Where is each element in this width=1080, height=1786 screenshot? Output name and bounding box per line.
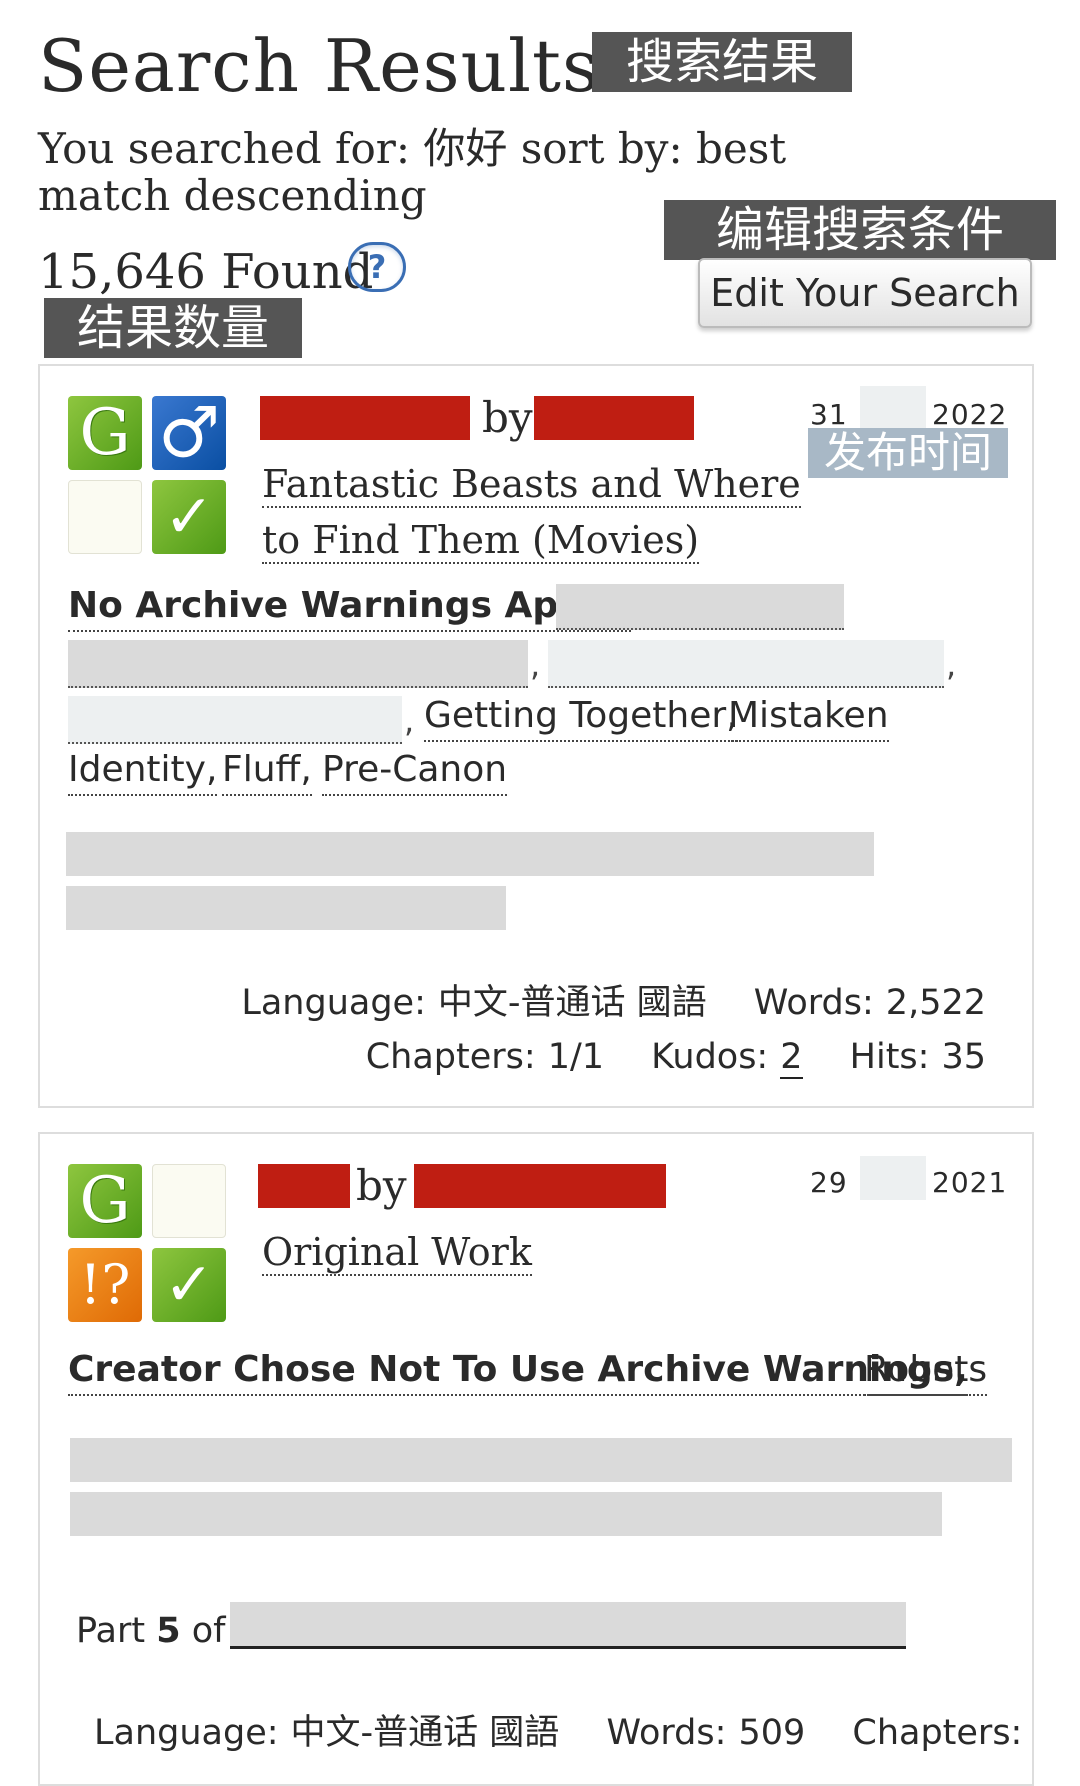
results-count: 15,646 Found	[38, 244, 374, 300]
tag-getting-together[interactable]: Getting Together,	[424, 692, 738, 742]
tag-mistaken-identity[interactable]: Identity,	[68, 746, 218, 796]
summary-redacted	[66, 886, 506, 930]
tag-fluff[interactable]: Fluff,	[222, 746, 312, 796]
published-date-cn-annotation: 发布时间	[808, 428, 1008, 478]
author-link[interactable]	[534, 396, 694, 440]
chapters-label: Chapters:	[365, 1037, 536, 1077]
series-part-number: 5	[156, 1611, 181, 1651]
chapters-value: 1/1	[547, 1037, 605, 1077]
date-month-redacted	[860, 1156, 926, 1200]
edit-search-cn-annotation: 编辑搜索条件	[664, 200, 1056, 260]
stats-row-1: Language: 中文-普通话 國語 Words: 509 Chapters:	[94, 1710, 1022, 1756]
language-label: Language:	[241, 983, 426, 1023]
rating-general-icon[interactable]: G	[68, 1164, 142, 1238]
tag-separator: ,	[946, 646, 957, 684]
language-value: 中文-普通话 國語	[290, 1713, 560, 1753]
summary-redacted	[66, 832, 874, 876]
tag-pre-canon[interactable]: Pre-Canon	[322, 746, 508, 796]
tag-mistaken-identity[interactable]: Mistaken	[728, 692, 889, 742]
edit-search-button[interactable]: Edit Your Search	[698, 258, 1032, 328]
words-value: 509	[738, 1713, 806, 1753]
tag-redacted[interactable]	[556, 584, 844, 630]
series-part-suffix: of	[191, 1611, 226, 1651]
author-link[interactable]	[414, 1164, 666, 1208]
help-icon[interactable]: ?	[348, 242, 406, 292]
words-label: Words:	[753, 983, 874, 1023]
fandom-link[interactable]: Original Work	[262, 1224, 532, 1280]
words-value: 2,522	[885, 983, 986, 1023]
warning-choose-not-icon[interactable]: !?	[68, 1248, 142, 1322]
work-card: G !? ✓ by Original Work 29 2021 Creator …	[38, 1132, 1034, 1786]
tag-redacted[interactable]	[548, 640, 944, 688]
series-info: Part 5 of	[76, 1608, 226, 1654]
hits-value: 35	[941, 1037, 986, 1077]
complete-icon[interactable]: ✓	[152, 1248, 226, 1322]
title-cn-annotation: 搜索结果	[592, 32, 852, 92]
date-month-redacted	[860, 386, 926, 430]
series-link[interactable]	[230, 1602, 906, 1649]
summary-redacted	[70, 1492, 942, 1536]
stats-row-1: Language: 中文-普通话 國語 Words: 2,522	[241, 980, 986, 1026]
date-year: 2021	[932, 1166, 1008, 1199]
kudos-label: Kudos:	[651, 1037, 769, 1077]
by-label: by	[482, 393, 533, 442]
tag-warning[interactable]: Creator Chose Not To Use Archive Warning…	[68, 1346, 968, 1396]
rating-general-icon[interactable]: G	[68, 396, 142, 470]
date-year: 2022	[932, 398, 1008, 431]
summary-redacted	[70, 1438, 1012, 1482]
work-card: G ♂ ✓ by Fantastic Beasts and Where to F…	[38, 364, 1034, 1108]
results-count-cn-annotation: 结果数量	[44, 298, 302, 358]
language-value: 中文-普通话 國語	[437, 983, 707, 1023]
tag-separator: ,	[404, 702, 415, 740]
language-label: Language:	[94, 1713, 279, 1753]
words-label: Words:	[606, 1713, 727, 1753]
tag-redacted[interactable]	[68, 640, 528, 688]
stats-row-2: Chapters: 1/1 Kudos: 2 Hits: 35	[366, 1034, 986, 1080]
tag-robots[interactable]: Robots	[864, 1346, 988, 1396]
hits-label: Hits:	[849, 1037, 930, 1077]
date-day: 29	[810, 1166, 848, 1199]
by-label: by	[356, 1161, 407, 1210]
kudos-link[interactable]: 2	[780, 1037, 803, 1079]
work-title-link[interactable]	[260, 396, 470, 440]
fandom-link[interactable]: Fantastic Beasts and Where to Find Them …	[262, 456, 802, 568]
page-title: Search Results	[38, 24, 600, 108]
work-title-link[interactable]	[258, 1164, 350, 1208]
warning-none-icon[interactable]	[68, 480, 142, 554]
tag-separator: ,	[530, 646, 541, 684]
complete-icon[interactable]: ✓	[152, 480, 226, 554]
category-mm-icon[interactable]: ♂	[152, 396, 226, 470]
date-day: 31	[810, 398, 848, 431]
category-none-icon[interactable]	[152, 1164, 226, 1238]
tag-warning[interactable]: No Archive Warnings Apply,	[68, 582, 631, 632]
chapters-label: Chapters:	[852, 1713, 1023, 1753]
tag-redacted[interactable]	[68, 696, 402, 744]
series-part-prefix: Part	[76, 1611, 146, 1651]
